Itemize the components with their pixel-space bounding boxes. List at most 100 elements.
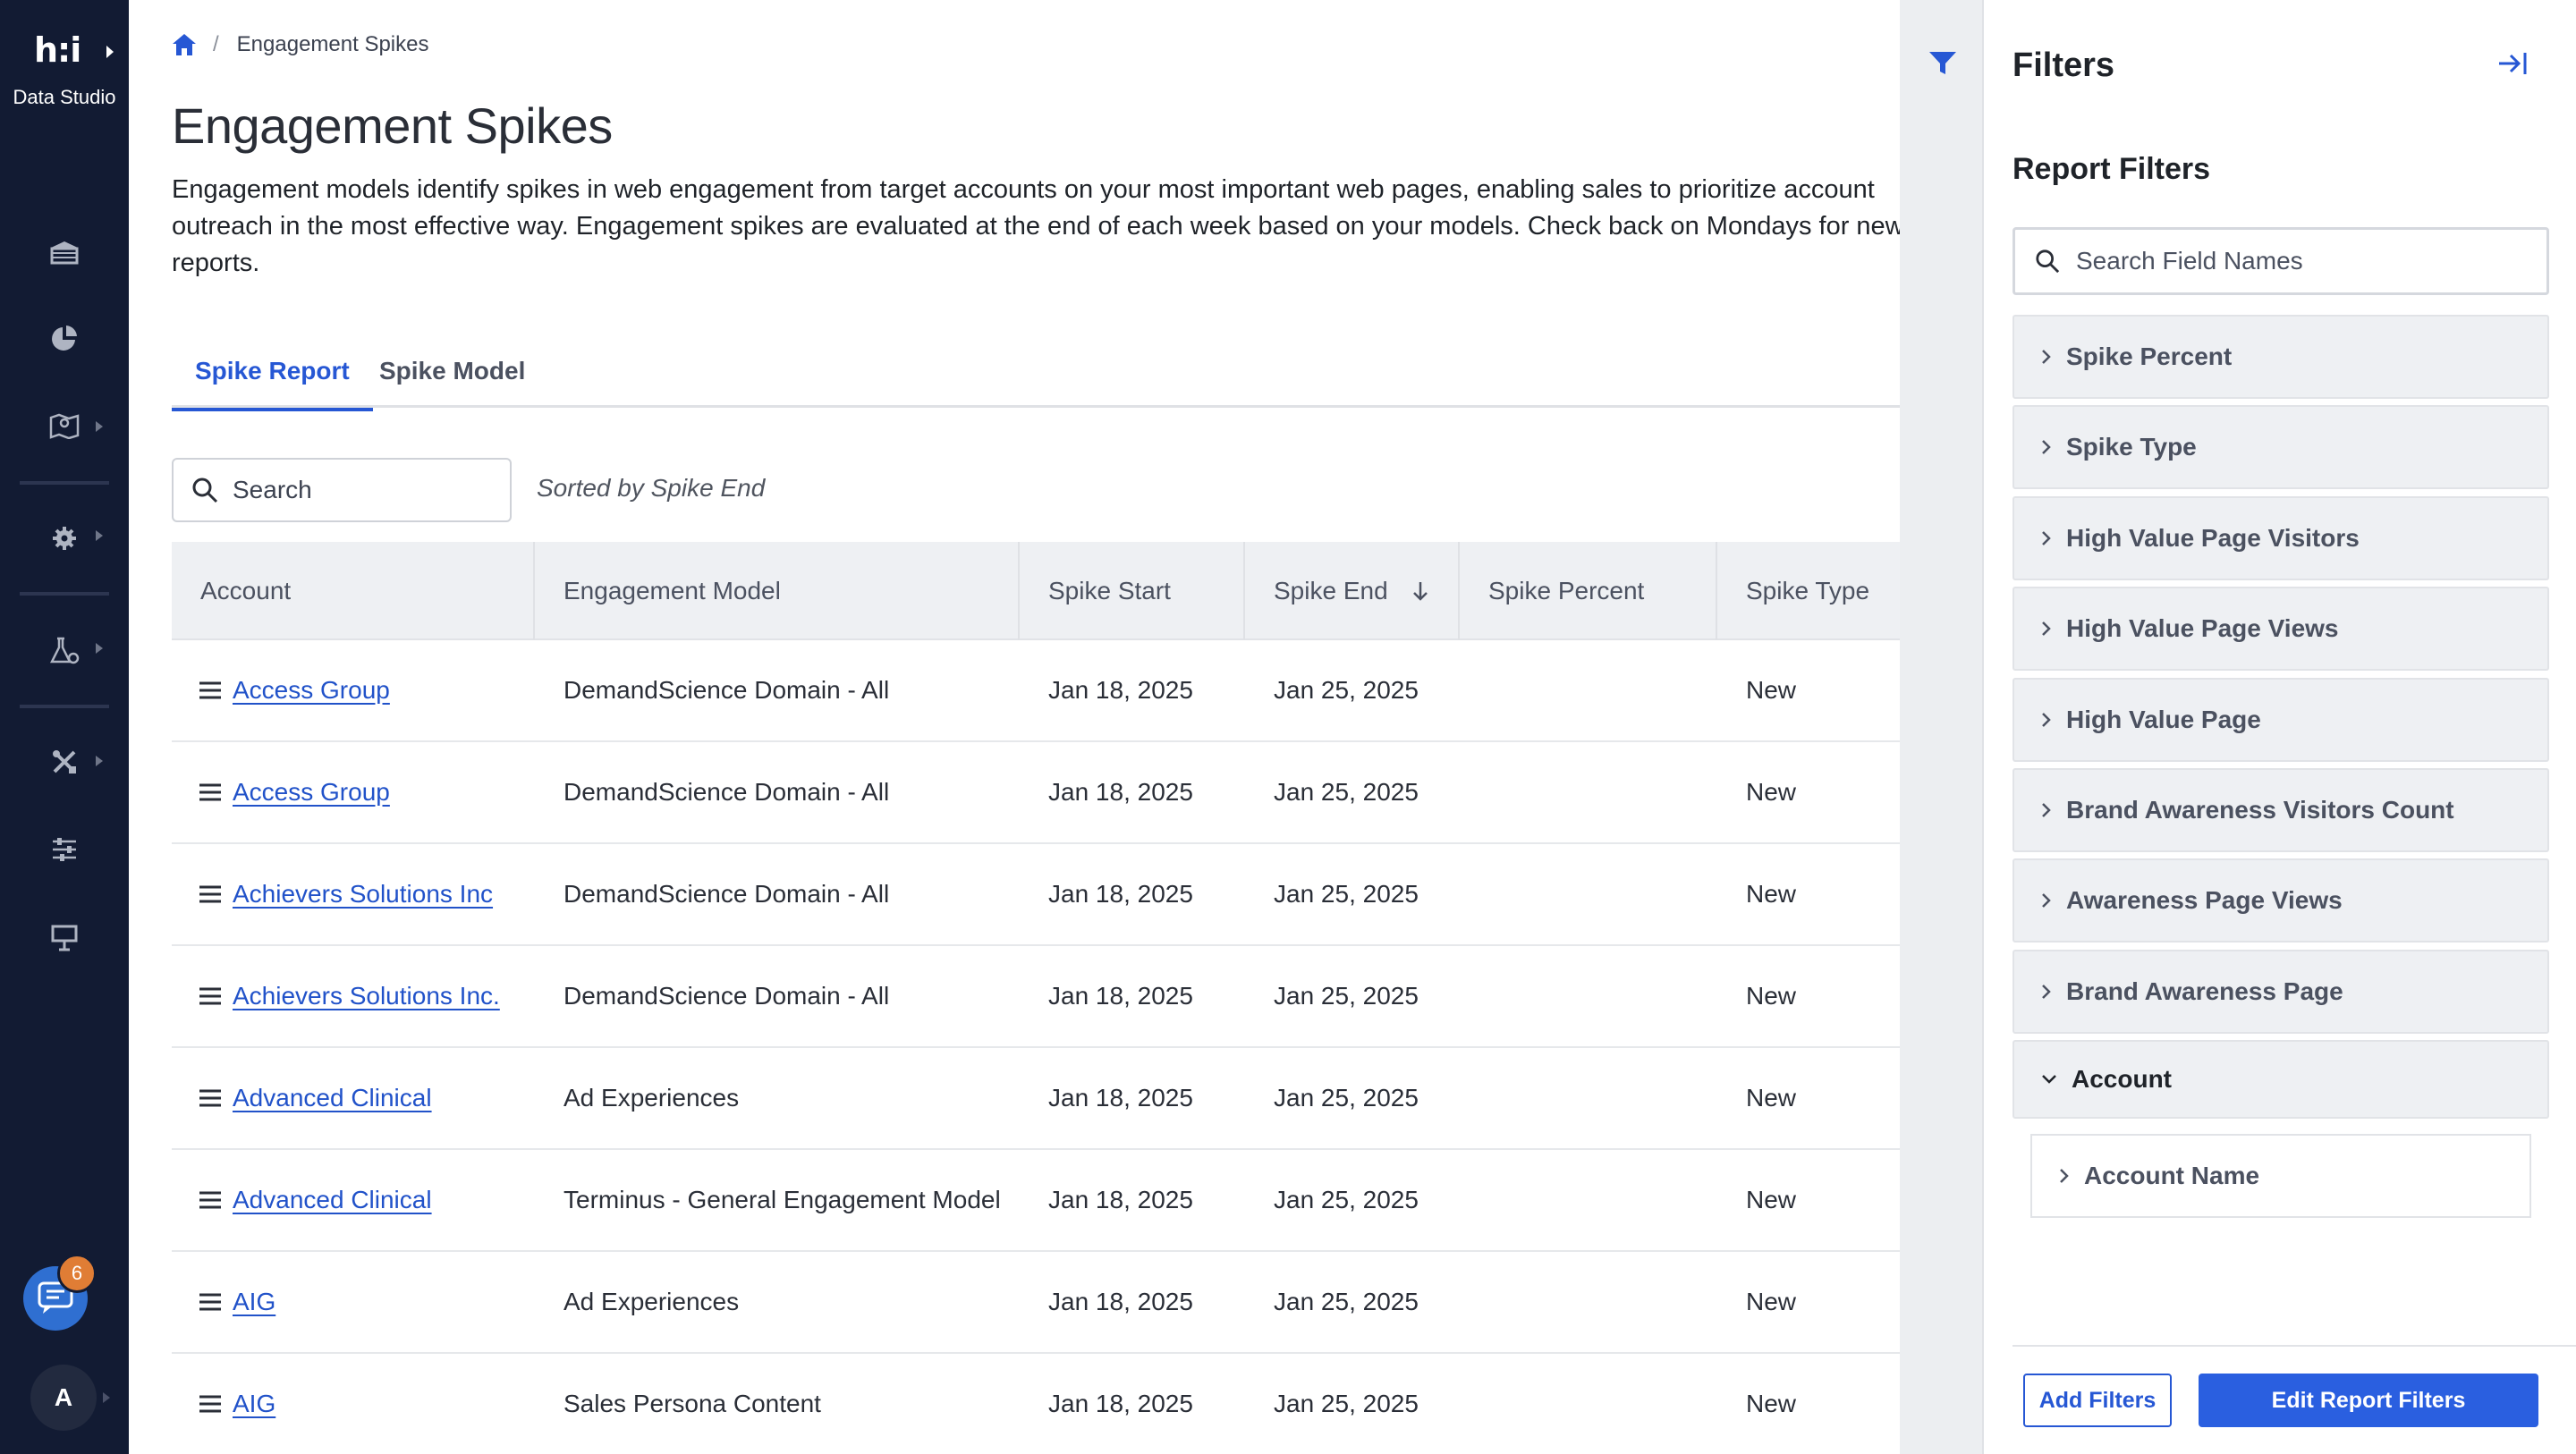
filter-item[interactable]: Brand Awareness Visitors Count [2012, 768, 2549, 852]
filter-item[interactable]: Brand Awareness Page [2012, 950, 2549, 1034]
filter-rail [1900, 0, 1984, 1454]
filter-item[interactable]: Account [2012, 1040, 2549, 1119]
notification-badge: 6 [57, 1254, 97, 1293]
cell-model: Terminus - General Engagement Model [564, 1186, 1001, 1213]
cell-account: Advanced Clinical [199, 1048, 432, 1148]
account-link[interactable]: Advanced Clinical [233, 1186, 432, 1214]
column-header-spike-percent[interactable]: Spike Percent [1460, 542, 1717, 640]
account-link[interactable]: AIG [233, 1288, 275, 1316]
add-filters-button[interactable]: Add Filters [2023, 1374, 2172, 1427]
filter-item-label: Spike Type [2066, 433, 2197, 461]
edit-report-filters-button[interactable]: Edit Report Filters [2199, 1374, 2538, 1427]
filters-panel: Filters Report Filters Search Field Name… [1984, 0, 2576, 1454]
column-label: Account [200, 577, 292, 604]
cell-start: Jan 18, 2025 [1048, 880, 1193, 908]
cell-account: AIG [199, 1252, 275, 1352]
cell-start: Jan 18, 2025 [1048, 1186, 1193, 1213]
cell-account: Access Group [199, 742, 390, 842]
filter-item[interactable]: High Value Page [2012, 678, 2549, 762]
row-menu-icon[interactable] [199, 681, 222, 700]
table-row[interactable]: AIG Ad Experiences Jan 18, 2025 Jan 25, 202… [172, 1252, 1918, 1354]
filter-item-label: Awareness Page Views [2066, 886, 2343, 914]
row-menu-icon[interactable] [199, 782, 222, 802]
collapse-panel-icon[interactable] [2497, 50, 2528, 77]
cell-start: Jan 18, 2025 [1048, 778, 1193, 806]
row-menu-icon[interactable] [199, 986, 222, 1006]
row-menu-icon[interactable] [199, 884, 222, 904]
field-search-input[interactable]: Search Field Names [2012, 227, 2549, 295]
filter-item-label: Account [2072, 1065, 2172, 1093]
tools-icon[interactable] [48, 746, 80, 778]
sort-descending-icon[interactable] [1411, 580, 1429, 602]
gear-icon[interactable] [48, 522, 80, 554]
presentation-icon[interactable] [48, 921, 80, 953]
filter-item[interactable]: High Value Page Visitors [2012, 496, 2549, 580]
cell-end: Jan 25, 2025 [1274, 1390, 1419, 1417]
app-logo[interactable]: h:i [34, 30, 81, 70]
logo-text: h:i [34, 30, 81, 70]
building-icon[interactable] [48, 236, 80, 268]
row-menu-icon[interactable] [199, 1394, 222, 1414]
cell-type: New [1746, 1288, 1797, 1315]
account-link[interactable]: Access Group [233, 778, 390, 807]
cell-model: DemandScience Domain - All [564, 676, 890, 704]
account-link[interactable]: AIG [233, 1390, 275, 1418]
lab-flask-icon[interactable] [48, 635, 80, 667]
caret-right-icon [96, 530, 103, 541]
map-icon[interactable] [48, 410, 80, 442]
column-header-spike-type[interactable]: Spike Type [1717, 542, 1918, 640]
caret-right-icon [103, 1392, 110, 1403]
cell-model: DemandScience Domain - All [564, 982, 890, 1010]
table-row[interactable]: Achievers Solutions Inc DemandScience Dom… [172, 844, 1918, 946]
filter-item-label: High Value Page Views [2066, 614, 2339, 642]
filter-item[interactable]: Awareness Page Views [2012, 858, 2549, 943]
account-link[interactable]: Achievers Solutions Inc [233, 880, 493, 909]
home-icon[interactable] [172, 33, 197, 56]
tab-spike-model[interactable]: Spike Model [356, 352, 548, 408]
cell-start: Jan 18, 2025 [1048, 1288, 1193, 1315]
filter-item-label: High Value Page Visitors [2066, 524, 2360, 552]
account-link[interactable]: Achievers Solutions Inc. [233, 982, 500, 1010]
filter-item[interactable]: High Value Page Views [2012, 587, 2549, 671]
chevron-right-icon [2042, 350, 2051, 364]
table-row[interactable]: Achievers Solutions Inc. DemandScience Do… [172, 946, 1918, 1048]
filter-item-label: Brand Awareness Visitors Count [2066, 796, 2454, 824]
table-header: Account Engagement Model Spike Start Spi… [172, 542, 1918, 640]
column-header-spike-start[interactable]: Spike Start [1020, 542, 1245, 640]
column-header-engagement-model[interactable]: Engagement Model [535, 542, 1020, 640]
account-link[interactable]: Advanced Clinical [233, 1084, 432, 1112]
filters-title: Filters [2012, 46, 2115, 84]
column-header-spike-end[interactable]: Spike End [1245, 542, 1460, 640]
sliders-icon[interactable] [48, 833, 80, 866]
column-label: Spike End [1274, 577, 1388, 604]
filter-item[interactable]: Spike Percent [2012, 315, 2549, 399]
cell-end: Jan 25, 2025 [1274, 982, 1419, 1010]
row-menu-icon[interactable] [199, 1088, 222, 1108]
table-row[interactable]: Advanced Clinical Terminus - General Enga… [172, 1150, 1918, 1252]
column-header-account[interactable]: Account [172, 542, 535, 640]
cell-model: Ad Experiences [564, 1084, 740, 1112]
tab-bar: Spike Report Spike Model [172, 343, 1918, 411]
row-menu-icon[interactable] [199, 1190, 222, 1210]
chevron-right-icon [2060, 1169, 2069, 1183]
row-menu-icon[interactable] [199, 1292, 222, 1312]
filter-item[interactable]: Spike Type [2012, 405, 2549, 489]
table-row[interactable]: AIG Sales Persona Content Jan 18, 2025 Jan … [172, 1354, 1918, 1454]
cell-model: Ad Experiences [564, 1288, 740, 1315]
tab-spike-report[interactable]: Spike Report [172, 352, 373, 411]
column-label: Spike Percent [1488, 577, 1645, 604]
account-link[interactable]: Access Group [233, 676, 390, 705]
caret-right-icon[interactable] [106, 45, 114, 59]
table-row[interactable]: Advanced Clinical Ad Experiences Jan 18, 2… [172, 1048, 1918, 1150]
pie-chart-icon[interactable] [48, 322, 80, 354]
cell-type: New [1746, 1186, 1797, 1213]
user-avatar[interactable]: A [30, 1365, 97, 1431]
filter-icon[interactable] [1928, 50, 1957, 77]
filter-sub-item-account-name[interactable]: Account Name [2030, 1134, 2531, 1218]
table-row[interactable]: Access Group DemandScience Domain - All Ja… [172, 640, 1918, 742]
breadcrumb-current: Engagement Spikes [236, 32, 429, 56]
search-input[interactable]: Search [172, 458, 512, 522]
table-row[interactable]: Access Group DemandScience Domain - All Ja… [172, 742, 1918, 844]
cell-type: New [1746, 778, 1797, 806]
filter-sub-item-label: Account Name [2084, 1162, 2260, 1189]
